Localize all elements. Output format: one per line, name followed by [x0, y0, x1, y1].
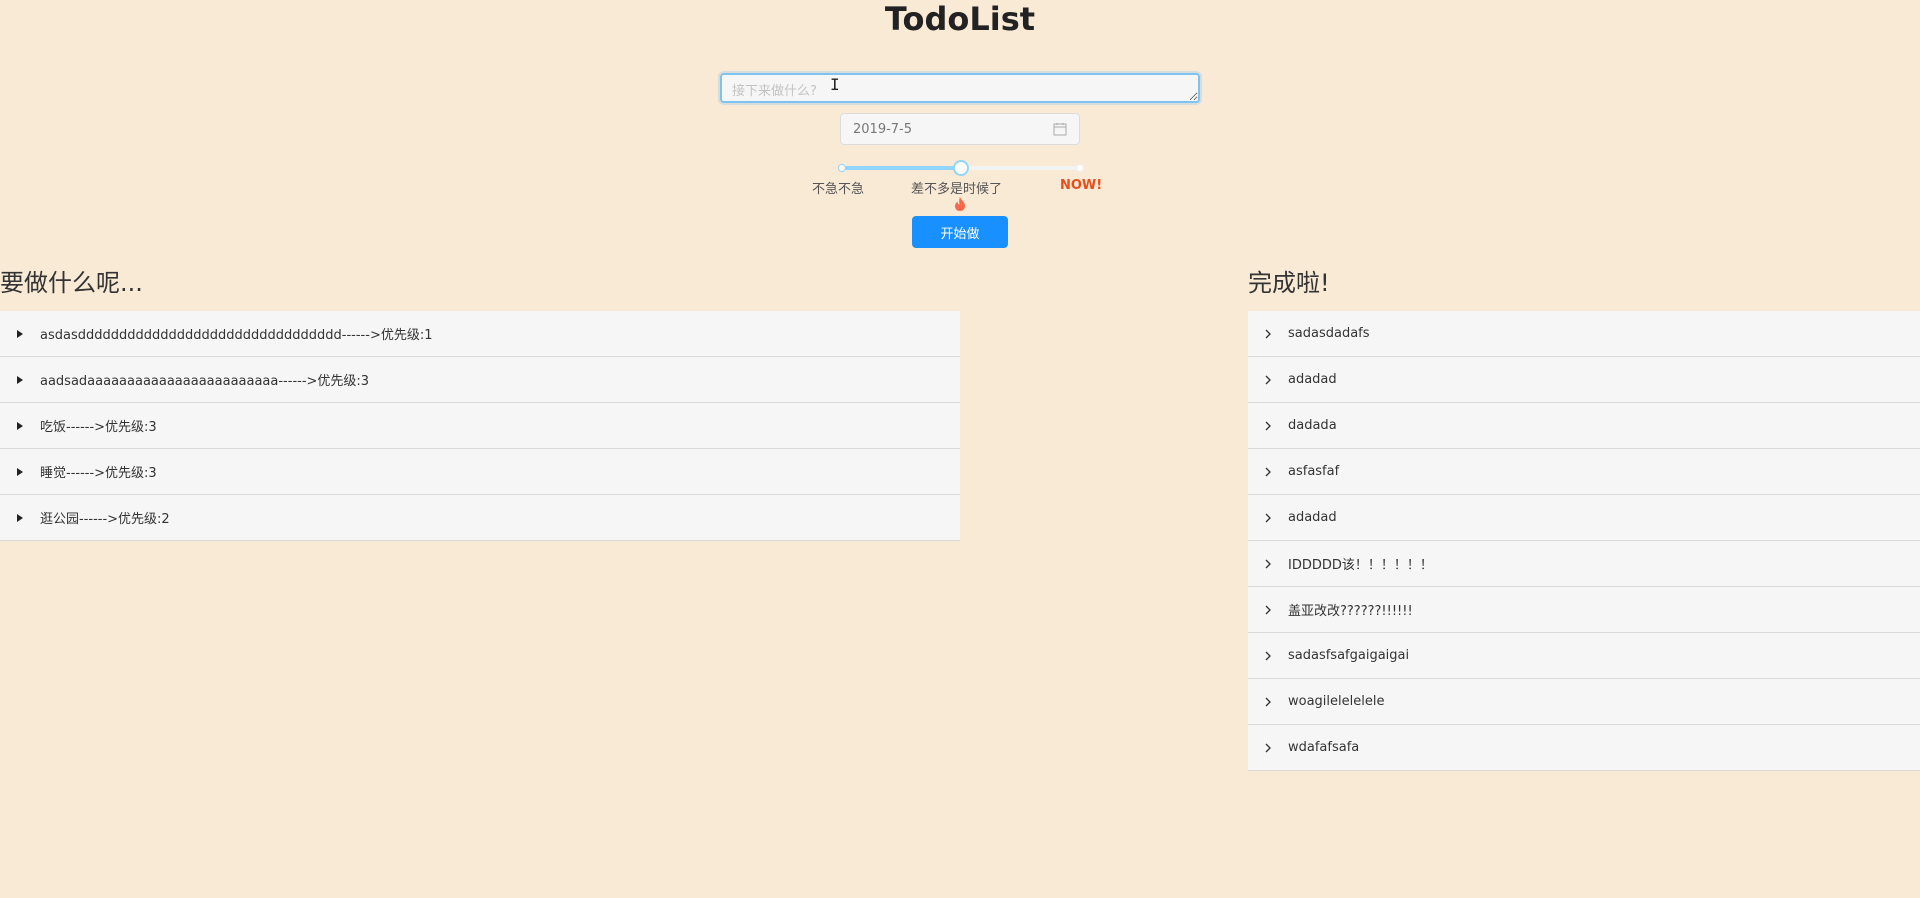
chevron-right-icon [1248, 697, 1288, 707]
chevron-right-icon [1248, 513, 1288, 523]
done-item[interactable]: adadad [1248, 357, 1920, 403]
date-value: 2019-7-5 [853, 121, 913, 137]
chevron-right-icon [1248, 605, 1288, 615]
todo-item-label: 睡觉------>优先级:3 [40, 466, 157, 481]
caret-right-icon [0, 421, 40, 430]
priority-mark-low[interactable]: 不急不急 [812, 178, 864, 197]
done-item[interactable]: wdafafsafa [1248, 725, 1920, 771]
chevron-right-icon [1248, 651, 1288, 661]
done-item[interactable]: adadad [1248, 495, 1920, 541]
priority-mark-now[interactable]: NOW! [1060, 178, 1102, 193]
done-item-label: wdafafsafa [1288, 740, 1360, 755]
done-item[interactable]: sadasdadafs [1248, 311, 1920, 357]
done-item-label: IDDDDD该！！！！！！ [1288, 558, 1433, 573]
done-item[interactable]: dadada [1248, 403, 1920, 449]
todo-item[interactable]: 吃饭------>优先级:3 [0, 403, 960, 449]
done-heading: 完成啦! [1248, 269, 1330, 297]
todo-item-label: asdasdddddddddddddddddddddddddddddddd---… [40, 328, 433, 343]
task-input[interactable] [720, 73, 1200, 103]
done-item-label: 盖亚改改??????!!!!!! [1288, 604, 1413, 619]
chevron-right-icon [1248, 421, 1288, 431]
chevron-right-icon [1248, 743, 1288, 753]
todo-item-label: 逛公园------>优先级:2 [40, 512, 170, 527]
text-cursor-icon: I [830, 75, 840, 94]
done-item-label: woagilelelelele [1288, 694, 1385, 709]
caret-right-icon [0, 467, 40, 476]
todo-list: asdasdddddddddddddddddddddddddddddddd---… [0, 311, 960, 541]
slider-dot-low[interactable] [838, 164, 846, 172]
todolist-page: TodoList I 2019-7-5 不急不急 差不多是时候了 NOW! 开始… [0, 0, 1920, 898]
done-item-label: adadad [1288, 510, 1337, 525]
calendar-icon [1053, 123, 1067, 136]
todo-item-label: 吃饭------>优先级:3 [40, 420, 157, 435]
done-item[interactable]: sadasfsafgaigaigai [1248, 633, 1920, 679]
chevron-right-icon [1248, 375, 1288, 385]
caret-right-icon [0, 329, 40, 338]
priority-mark-mid[interactable]: 差不多是时候了 [911, 178, 1002, 197]
todo-item[interactable]: 睡觉------>优先级:3 [0, 449, 960, 495]
todo-item-label: aadsadaaaaaaaaaaaaaaaaaaaaaaaa------>优先级… [40, 374, 370, 389]
done-item-label: adadad [1288, 372, 1337, 387]
todo-item[interactable]: 逛公园------>优先级:2 [0, 495, 960, 541]
fire-icon [955, 197, 965, 211]
done-item-label: sadasfsafgaigaigai [1288, 648, 1410, 663]
chevron-right-icon [1248, 559, 1288, 569]
slider-handle[interactable] [953, 160, 969, 176]
done-list: sadasdadafs adadad dadada asfasfaf adada… [1248, 311, 1920, 771]
slider-dot-high[interactable] [1076, 164, 1084, 172]
caret-right-icon [0, 513, 40, 522]
chevron-right-icon [1248, 467, 1288, 477]
date-picker[interactable]: 2019-7-5 [840, 113, 1080, 145]
done-item-label: asfasfaf [1288, 464, 1340, 479]
start-button[interactable]: 开始做 [912, 216, 1008, 248]
done-item-label: sadasdadafs [1288, 326, 1370, 341]
slider-track [840, 166, 960, 170]
todo-item[interactable]: asdasdddddddddddddddddddddddddddddddd---… [0, 311, 960, 357]
done-item-label: dadada [1288, 418, 1337, 433]
caret-right-icon [0, 375, 40, 384]
todo-heading: 要做什么呢... [0, 269, 143, 297]
done-item[interactable]: 盖亚改改??????!!!!!! [1248, 587, 1920, 633]
chevron-right-icon [1248, 329, 1288, 339]
done-item[interactable]: asfasfaf [1248, 449, 1920, 495]
done-item[interactable]: woagilelelelele [1248, 679, 1920, 725]
app-title: TodoList [884, 0, 1036, 38]
todo-item[interactable]: aadsadaaaaaaaaaaaaaaaaaaaaaaaa------>优先级… [0, 357, 960, 403]
done-item[interactable]: IDDDDD该！！！！！！ [1248, 541, 1920, 587]
